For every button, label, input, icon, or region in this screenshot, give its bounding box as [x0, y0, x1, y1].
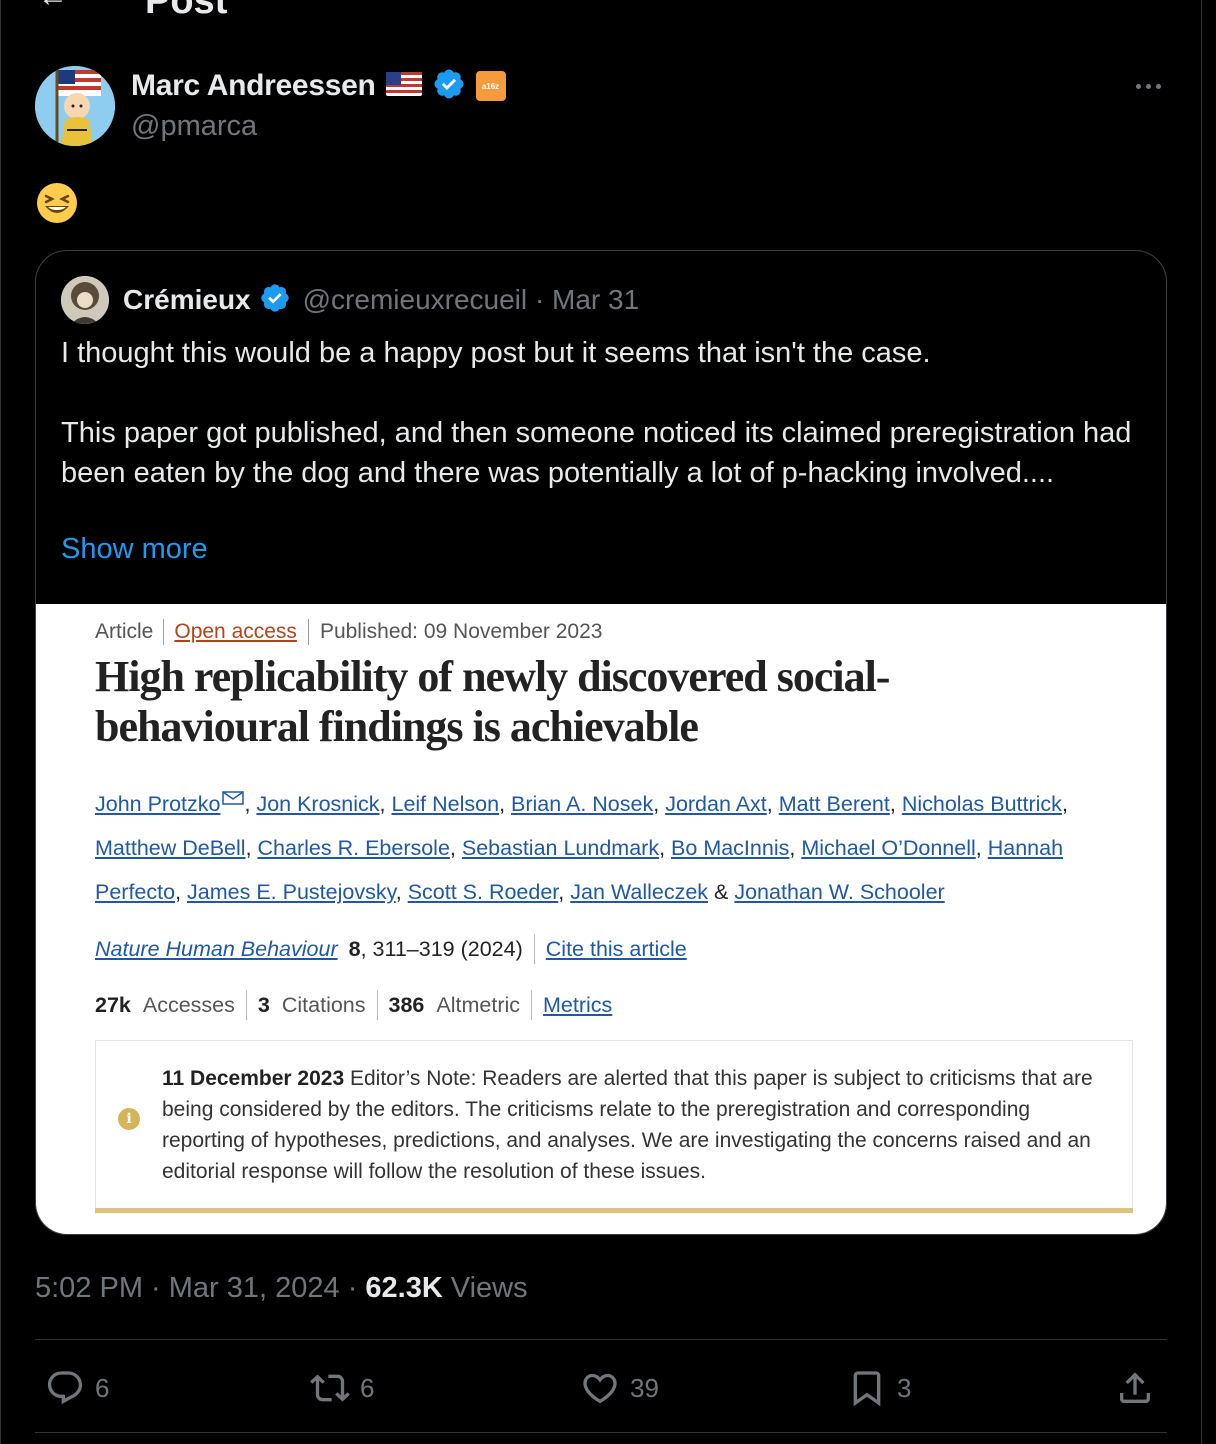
like-button[interactable]: 39: [580, 1360, 659, 1416]
author-link: Scott S. Roeder: [407, 880, 559, 904]
views-label: Views: [450, 1271, 528, 1304]
post-time[interactable]: 5:02 PM · Mar 31, 2024 ·: [35, 1272, 357, 1305]
author-name[interactable]: Marc Andreessen: [131, 69, 376, 103]
metrics-link: Metrics: [543, 992, 613, 1017]
altmetric-count: 386: [388, 992, 425, 1017]
citations-label: Citations: [281, 992, 366, 1017]
editor-note-date: 11 December 2023: [162, 1067, 345, 1090]
journal-volume: 8: [348, 936, 361, 961]
quoted-author-name[interactable]: Crémieux: [123, 284, 251, 316]
share-button[interactable]: [1115, 1360, 1155, 1416]
author-avatar[interactable]: [35, 66, 115, 146]
post-timestamp: 5:02 PM · Mar 31, 2024 · 62.3K Views: [35, 1268, 528, 1308]
quoted-text-paragraph: I thought this would be a happy post but…: [61, 337, 931, 369]
open-access-label: Open access: [174, 620, 297, 643]
journal-citation: Nature Human Behaviour 8 , 311–319 (2024…: [95, 934, 687, 964]
author-link: Jon Krosnick: [256, 792, 380, 816]
quoted-post-text: I thought this would be a happy post but…: [61, 333, 1146, 493]
like-count: 39: [630, 1372, 659, 1403]
accesses-label: Accesses: [142, 992, 235, 1017]
journal-name: Nature Human Behaviour: [95, 936, 338, 961]
mail-icon: [222, 791, 245, 805]
author-link: John Protzko: [95, 792, 221, 816]
author-link: Jordan Axt: [665, 792, 767, 816]
author-link: James E. Pustejovsky: [187, 880, 396, 904]
author-link: Jonathan W. Schooler: [734, 880, 945, 904]
affiliate-badge[interactable]: a16z: [475, 71, 506, 101]
article-meta: Article Open access Published: 09 Novemb…: [95, 618, 602, 646]
bookmark-icon: [853, 1371, 881, 1407]
divider: [35, 1339, 1167, 1340]
editor-note-text: 11 December 2023 Editor’s Note: Readers …: [162, 1063, 1112, 1187]
quoted-text-paragraph: This paper got published, and then someo…: [61, 417, 1132, 489]
show-more-link[interactable]: Show more: [61, 533, 208, 566]
author-link: Bo MacInnis: [671, 836, 790, 860]
article-type: Article: [95, 620, 154, 643]
post-text-emoji: [36, 182, 78, 224]
back-arrow-icon[interactable]: ←: [38, 0, 68, 14]
altmetric-label: Altmetric: [436, 992, 521, 1017]
editor-note-bar: [95, 1208, 1133, 1213]
author-link: Matthew DeBell: [95, 836, 246, 860]
quoted-post-header: Crémieux @cremieuxrecueil · Mar 31: [61, 275, 639, 325]
quoted-post[interactable]: Crémieux @cremieuxrecueil · Mar 31 I tho…: [35, 250, 1167, 1235]
repost-button[interactable]: 6: [310, 1360, 374, 1416]
info-icon: i: [118, 1108, 140, 1130]
page-title: Post: [145, 0, 228, 22]
bookmark-count: 3: [897, 1372, 912, 1403]
share-icon: [1120, 1372, 1150, 1403]
accesses-count: 27k: [95, 992, 131, 1017]
author-link: Leif Nelson: [391, 792, 500, 816]
author-link: Matt Berent: [778, 792, 890, 816]
author-link: Sebastian Lundmark: [461, 836, 660, 860]
action-bar: 6 6 39 3: [35, 1360, 1167, 1416]
article-screenshot[interactable]: Article Open access Published: 09 Novemb…: [36, 604, 1166, 1234]
article-title: High replicability of newly discovered s…: [95, 652, 890, 751]
article-stats: 27k Accesses 3 Citations 386 Altmetric M…: [95, 990, 612, 1020]
verified-badge-icon[interactable]: [259, 282, 291, 319]
us-flag-icon: [385, 71, 422, 101]
reply-button[interactable]: 6: [45, 1360, 109, 1416]
avatar-illustration: [35, 66, 115, 146]
heart-icon: [583, 1373, 617, 1404]
author-name-row: Marc Andreessen a16z: [131, 68, 506, 104]
repost-count: 6: [360, 1372, 375, 1403]
journal-pages: , 311–319 (2024): [360, 936, 523, 961]
citations-count: 3: [257, 992, 270, 1017]
editor-note: i 11 December 2023 Editor’s Note: Reader…: [95, 1040, 1133, 1214]
published-date: Published: 09 November 2023: [319, 620, 603, 643]
repost-icon: [310, 1374, 350, 1402]
more-options-button[interactable]: [1130, 72, 1166, 100]
verified-badge-icon[interactable]: [432, 67, 466, 106]
views-count: 62.3K: [365, 1271, 443, 1304]
quoted-author-avatar[interactable]: [61, 276, 109, 324]
affiliate-badge-label: a16z: [481, 81, 500, 91]
laughing-face-icon: [37, 183, 77, 223]
author-handle[interactable]: @pmarca: [131, 110, 257, 143]
author-link: Jan Walleczek: [570, 880, 709, 904]
author-link: Nicholas Buttrick: [901, 792, 1062, 816]
reply-icon: [47, 1371, 83, 1405]
cite-article-link: Cite this article: [545, 936, 687, 961]
reply-count: 6: [95, 1372, 110, 1403]
divider: [35, 1432, 1167, 1433]
bookmark-button[interactable]: 3: [847, 1360, 911, 1416]
author-link: Michael O’Donnell: [801, 836, 976, 860]
author-link: Charles R. Ebersole: [257, 836, 450, 860]
author-link: Brian A. Nosek: [511, 792, 654, 816]
quoted-author-handle[interactable]: @cremieuxrecueil · Mar 31: [303, 284, 640, 316]
article-authors: John Protzko, Jon Krosnick, Leif Nelson,…: [95, 791, 1068, 904]
